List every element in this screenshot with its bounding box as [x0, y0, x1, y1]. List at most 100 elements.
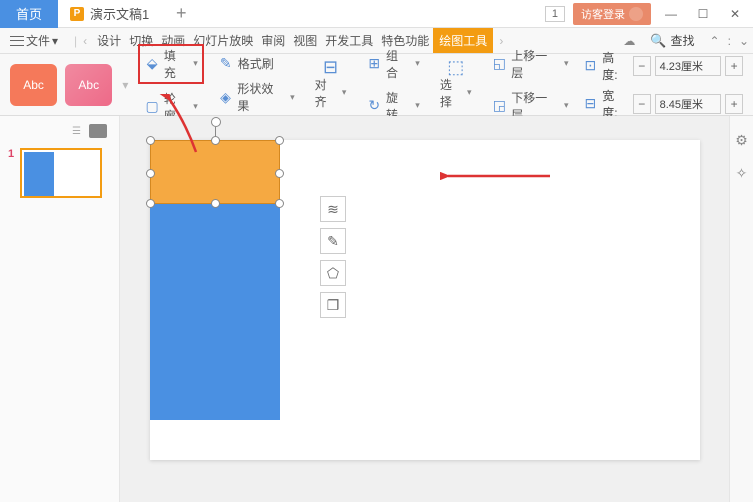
bring-forward-label: 上移一层 — [511, 47, 558, 81]
width-decrement[interactable]: − — [633, 94, 651, 114]
group-label: 组合 — [386, 47, 409, 81]
maximize-button[interactable]: ☐ — [691, 4, 715, 24]
document-tab[interactable]: P 演示文稿1 — [58, 0, 161, 28]
rotate-handle[interactable] — [211, 117, 221, 127]
orange-rectangle-shape[interactable] — [150, 140, 280, 204]
chevron-down-icon: ▾ — [193, 58, 198, 69]
shape-effects-button[interactable]: ◈ 形状效果 ▾ — [212, 78, 301, 116]
chevron-down-icon: ▾ — [342, 87, 347, 98]
height-input[interactable]: 4.23厘米 — [655, 56, 722, 76]
bring-forward-icon: ◱ — [492, 56, 508, 72]
resize-handle-sw[interactable] — [146, 199, 155, 208]
search-label: 查找 — [671, 32, 695, 49]
login-badge[interactable]: 访客登录 — [573, 3, 651, 25]
canvas-area[interactable]: ≋ ✎ ⬠ ❐ — [120, 116, 729, 502]
bring-forward-button[interactable]: ◱ 上移一层 ▾ — [486, 45, 575, 83]
height-decrement[interactable]: − — [633, 56, 651, 76]
resize-handle-e[interactable] — [275, 169, 284, 178]
ribbon-dimension-group: ⊡ 高度: − 4.23厘米 + ⊟ 宽度: − 8.45厘米 + — [583, 49, 743, 121]
chevron-down-icon: ▾ — [564, 100, 569, 111]
file-menu[interactable]: 文件 ▾ — [4, 30, 64, 51]
presentation-icon: P — [70, 7, 84, 21]
ribbon-group-rotate: ⊞ 组合 ▾ ↻ 旋转 ▾ — [360, 45, 425, 125]
resize-handle-se[interactable] — [275, 199, 284, 208]
resize-handle-nw[interactable] — [146, 136, 155, 145]
shape-effects-icon: ◈ — [218, 89, 234, 105]
panel-view-tools: ☰ — [8, 124, 111, 138]
fill-label: 填充 — [164, 47, 187, 81]
chevron-down-icon: ▾ — [415, 58, 420, 69]
chevron-down-icon: ▾ — [193, 101, 198, 112]
format-painter-label: 格式刷 — [238, 55, 274, 72]
shape-style-1[interactable]: Abc — [10, 64, 57, 106]
tab-review[interactable]: 审阅 — [257, 28, 289, 53]
tab-view[interactable]: 视图 — [289, 28, 321, 53]
window-counter[interactable]: 1 — [545, 6, 565, 22]
shape-style-2[interactable]: Abc — [65, 64, 112, 106]
float-shape-button[interactable]: ⬠ — [320, 260, 346, 286]
tab-design[interactable]: 设计 — [93, 28, 125, 53]
separator: | — [74, 34, 77, 48]
width-increment[interactable]: + — [725, 94, 743, 114]
height-icon: ⊡ — [583, 58, 599, 74]
floating-toolbar: ≋ ✎ ⬠ ❐ — [320, 196, 346, 318]
outline-view-icon[interactable]: ☰ — [72, 126, 81, 137]
align-label: 对齐 — [315, 76, 338, 110]
new-tab-button[interactable]: + — [161, 0, 201, 28]
chevron-down-icon: ▾ — [290, 92, 295, 103]
slide-thumbnail-1[interactable] — [20, 148, 102, 198]
slide-thumbnail-wrap: 1 — [8, 148, 111, 198]
fill-button[interactable]: ⬙ 填充 ▾ — [138, 44, 203, 84]
select-button[interactable]: ⬚ 选择▾ — [434, 58, 478, 112]
thumbnail-view-button[interactable] — [89, 124, 107, 138]
chevron-down-icon: ▾ — [52, 34, 58, 48]
rotate-icon: ↻ — [366, 98, 382, 114]
shape-effects-label: 形状效果 — [237, 80, 284, 114]
close-button[interactable]: ✕ — [723, 4, 747, 24]
width-icon: ⊟ — [583, 96, 599, 112]
star-icon[interactable]: ✧ — [736, 165, 748, 182]
float-edit-button[interactable]: ✎ — [320, 228, 346, 254]
format-painter-icon: ✎ — [218, 56, 234, 72]
right-rail: ⚙ ✧ — [729, 116, 753, 502]
tab-drawing-tools[interactable]: 绘图工具 — [433, 28, 493, 53]
document-title: 演示文稿1 — [90, 4, 149, 23]
avatar-icon — [629, 7, 643, 21]
outline-icon: ▢ — [144, 99, 160, 115]
resize-handle-s[interactable] — [211, 199, 220, 208]
group-button[interactable]: ⊞ 组合 ▾ — [360, 45, 425, 83]
format-painter-button[interactable]: ✎ 格式刷 — [212, 53, 301, 74]
file-menu-label: 文件 — [26, 32, 50, 49]
title-bar: 首页 P 演示文稿1 + 1 访客登录 — ☐ ✕ — [0, 0, 753, 28]
resize-handle-w[interactable] — [146, 169, 155, 178]
help-icon[interactable]: : — [728, 34, 731, 48]
home-tab[interactable]: 首页 — [0, 0, 58, 28]
settings-icon[interactable]: ⚙ — [735, 132, 748, 149]
minimize-button[interactable]: — — [659, 4, 683, 24]
height-increment[interactable]: + — [725, 56, 743, 76]
chevron-down-icon: ▾ — [564, 58, 569, 69]
slide-canvas[interactable]: ≋ ✎ ⬠ ❐ — [150, 140, 700, 460]
search-icon: 🔍 — [650, 33, 666, 49]
style-more-button[interactable]: ▾ — [120, 78, 130, 92]
chevron-up-icon[interactable]: ⌃ — [710, 34, 720, 48]
scroll-left-button[interactable]: ‹ — [79, 34, 91, 48]
ribbon-layer-group: ◱ 上移一层 ▾ ◲ 下移一层 ▾ — [486, 45, 575, 125]
width-input[interactable]: 8.45厘米 — [655, 94, 722, 114]
hamburger-icon — [10, 36, 24, 46]
slide-panel: ☰ 1 — [0, 116, 120, 502]
resize-handle-n[interactable] — [211, 136, 220, 145]
send-backward-icon: ◲ — [492, 98, 508, 114]
more-icon[interactable]: ⌄ — [739, 34, 749, 48]
fill-bucket-icon: ⬙ — [144, 56, 160, 72]
float-layers-button[interactable]: ≋ — [320, 196, 346, 222]
float-copy-button[interactable]: ❐ — [320, 292, 346, 318]
title-bar-right: 1 访客登录 — ☐ ✕ — [545, 3, 753, 25]
resize-handle-ne[interactable] — [275, 136, 284, 145]
cloud-icon[interactable]: ☁ — [623, 34, 635, 48]
chevron-down-icon: ▾ — [415, 100, 420, 111]
thumb-shape — [24, 152, 54, 196]
slide-number: 1 — [8, 148, 14, 198]
chevron-down-icon: ▾ — [467, 87, 472, 98]
align-button[interactable]: ⊟ 对齐▾ — [309, 58, 353, 112]
